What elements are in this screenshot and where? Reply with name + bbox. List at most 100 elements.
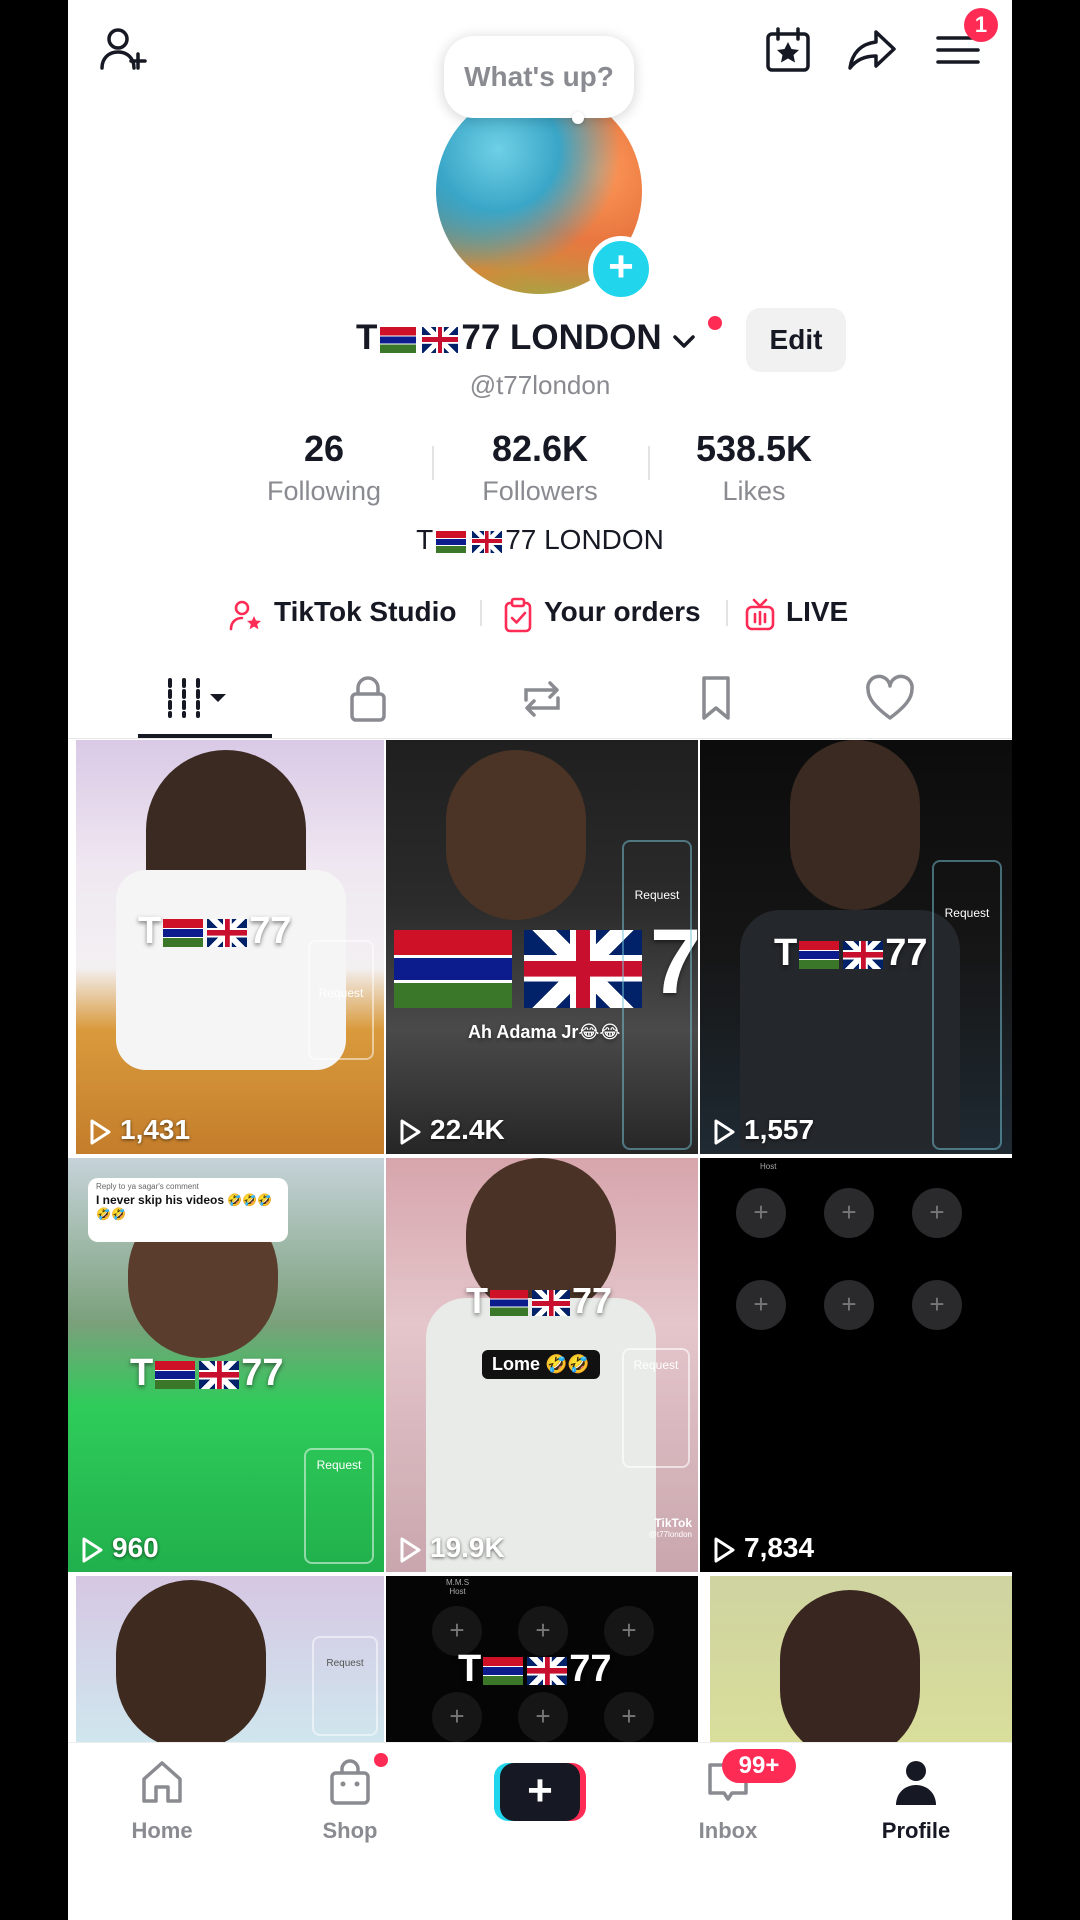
video-thumbnail-subject bbox=[446, 750, 586, 920]
plus-icon: + bbox=[432, 1692, 482, 1742]
view-count: 19.9K bbox=[398, 1532, 505, 1564]
overlay-suffix: 77 bbox=[241, 1352, 284, 1394]
live-tv-icon bbox=[744, 592, 786, 636]
menu-notification-badge: 1 bbox=[964, 8, 998, 42]
video-tile[interactable]: T 77 Lome 🤣🤣 Request TikTok @t77london 19… bbox=[386, 1158, 698, 1572]
tab-videos[interactable] bbox=[158, 670, 238, 726]
video-tile[interactable]: Host + + + + + + 7,834 bbox=[700, 1158, 1012, 1572]
video-overlay-text: T 77 bbox=[130, 1352, 284, 1394]
live-link[interactable]: LIVE bbox=[744, 590, 848, 634]
create-button[interactable]: + bbox=[494, 1763, 586, 1821]
tab-reposts[interactable] bbox=[512, 670, 572, 726]
following-label: Following bbox=[266, 476, 382, 506]
view-count: 1,431 bbox=[88, 1114, 190, 1146]
bio-prefix: T bbox=[416, 524, 434, 555]
plus-icon: + bbox=[518, 1692, 568, 1742]
live-label: LIVE bbox=[786, 596, 849, 627]
tiktok-studio-link[interactable]: TikTok Studio bbox=[228, 590, 457, 634]
uk-flag-icon bbox=[207, 918, 248, 947]
inbox-badge: 99+ bbox=[722, 1749, 796, 1783]
host-label: Host bbox=[449, 1587, 466, 1596]
username-handle: @t77london bbox=[469, 370, 611, 400]
edit-profile-button[interactable]: Edit bbox=[746, 308, 846, 372]
gambia-flag-icon bbox=[490, 1290, 528, 1317]
name-suffix: 77 LONDON bbox=[461, 318, 662, 357]
video-tile[interactable]: T 77 Request 1,431 bbox=[76, 740, 384, 1154]
stat-divider bbox=[648, 446, 650, 480]
video-thumbnail-subject bbox=[790, 740, 920, 910]
clipboard-check-icon bbox=[502, 592, 544, 636]
stat-followers[interactable]: 82.6K Followers bbox=[440, 428, 640, 507]
video-overlay-text: T 77 bbox=[774, 932, 928, 974]
overlay-suffix: 77 bbox=[249, 910, 292, 952]
overlay-suffix: 77 bbox=[569, 1648, 612, 1690]
video-overlay-text: T 77 bbox=[138, 910, 292, 952]
bio: T 77 LONDON bbox=[68, 524, 1012, 556]
tab-saved[interactable] bbox=[686, 670, 746, 726]
view-count: 7,834 bbox=[712, 1532, 814, 1564]
watermark-text: TikTok bbox=[654, 1516, 692, 1530]
profile-screen: 1 + What's up? T 77 LONDON Edit @t77londo… bbox=[68, 0, 1012, 1920]
gambia-flag-icon bbox=[436, 530, 467, 553]
following-count: 26 bbox=[303, 428, 345, 469]
stat-likes[interactable]: 538.5K Likes bbox=[654, 428, 854, 507]
calendar-star-icon[interactable] bbox=[760, 22, 816, 78]
plus-icon: + bbox=[824, 1188, 874, 1238]
followers-count: 82.6K bbox=[491, 428, 589, 469]
quick-divider bbox=[480, 600, 482, 626]
nav-shop-label: Shop bbox=[322, 1818, 378, 1843]
quick-divider bbox=[726, 600, 728, 626]
view-count-value: 7,834 bbox=[744, 1532, 815, 1563]
status-bubble[interactable]: What's up? bbox=[444, 36, 634, 118]
watermark-handle: @t77london bbox=[648, 1530, 692, 1539]
uk-flag-icon bbox=[532, 1290, 570, 1317]
nav-inbox-label: Inbox bbox=[698, 1818, 758, 1843]
request-card: Request bbox=[622, 1348, 690, 1468]
plus-icon: + bbox=[500, 1763, 580, 1821]
add-friend-icon[interactable] bbox=[96, 22, 152, 78]
home-icon bbox=[136, 1757, 188, 1812]
nav-profile[interactable]: Profile bbox=[856, 1757, 976, 1844]
plus-icon: + bbox=[912, 1280, 962, 1330]
video-tile[interactable]: Request bbox=[76, 1576, 384, 1742]
uk-flag-icon bbox=[843, 940, 884, 969]
video-tile[interactable]: T 77 Request 1,557 bbox=[700, 740, 1012, 1154]
nav-shop[interactable]: Shop bbox=[290, 1757, 410, 1844]
reply-comment-card: Reply to ya sagar's comment I never skip… bbox=[88, 1178, 288, 1242]
plus-icon: + bbox=[736, 1188, 786, 1238]
nav-home[interactable]: Home bbox=[102, 1757, 222, 1844]
video-tile[interactable] bbox=[710, 1576, 1012, 1742]
gambia-flag-icon bbox=[483, 1656, 524, 1685]
your-orders-link[interactable]: Your orders bbox=[502, 590, 701, 634]
reply-header: Reply to ya sagar's comment bbox=[96, 1182, 199, 1191]
plus-icon: + bbox=[824, 1280, 874, 1330]
view-count-value: 22.4K bbox=[430, 1114, 505, 1145]
video-tile[interactable]: M.M.S Host + + + + + + T 77 bbox=[386, 1576, 698, 1742]
tab-liked[interactable] bbox=[860, 670, 920, 726]
view-count-value: 1,431 bbox=[120, 1114, 191, 1145]
stat-following[interactable]: 26 Following bbox=[224, 428, 424, 507]
plus-icon: + bbox=[736, 1280, 786, 1330]
your-orders-label: Your orders bbox=[544, 596, 701, 627]
tab-private[interactable] bbox=[338, 670, 398, 726]
view-count: 1,557 bbox=[712, 1114, 814, 1146]
gambia-flag-icon bbox=[799, 940, 840, 969]
brand-label: M.M.S bbox=[446, 1578, 470, 1587]
profile-name[interactable]: T 77 LONDON bbox=[356, 318, 756, 360]
share-icon[interactable] bbox=[844, 22, 900, 78]
likes-label: Likes bbox=[722, 476, 786, 506]
bubble-tail bbox=[572, 112, 584, 124]
video-tile[interactable]: 77 Ah Adama Jr😂😂 Request 22.4K bbox=[386, 740, 698, 1154]
overlay-suffix: 77 bbox=[572, 1280, 613, 1321]
uk-flag-icon bbox=[422, 326, 459, 353]
lock-icon bbox=[338, 676, 398, 730]
video-tile[interactable]: Reply to ya sagar's comment I never skip… bbox=[68, 1158, 384, 1572]
chevron-down-icon[interactable] bbox=[671, 320, 697, 360]
video-caption: Lome 🤣🤣 bbox=[482, 1350, 600, 1379]
uk-flag-icon bbox=[199, 1360, 240, 1389]
gambia-flag-icon bbox=[394, 929, 512, 1008]
video-thumbnail-subject bbox=[116, 1580, 266, 1742]
video-thumbnail-subject bbox=[780, 1590, 920, 1742]
view-count-value: 960 bbox=[112, 1532, 159, 1563]
add-avatar-plus-icon[interactable]: + bbox=[588, 236, 654, 302]
